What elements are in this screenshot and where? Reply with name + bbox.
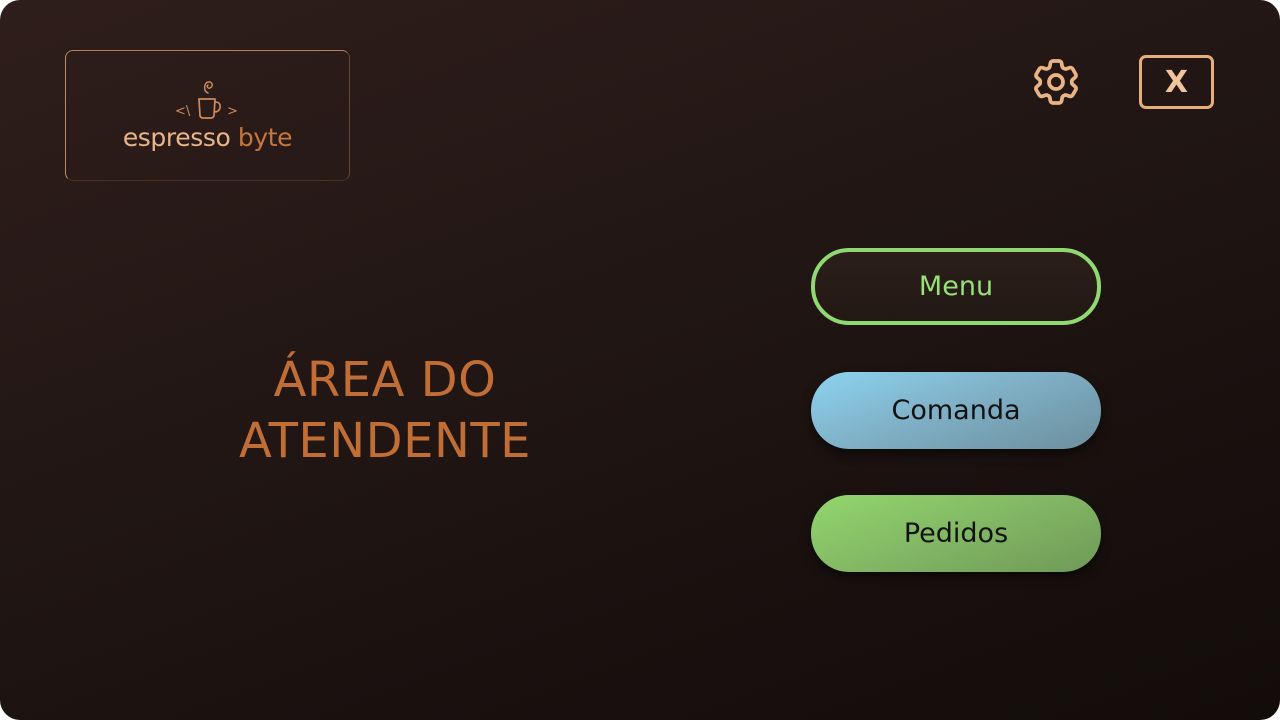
comanda-button-label: Comanda	[891, 395, 1021, 426]
coffee-code-icon: <\ >	[175, 81, 237, 119]
brand-word-byte: byte	[237, 123, 293, 152]
brand-name: espresso byte	[65, 120, 350, 156]
pedidos-button-label: Pedidos	[903, 518, 1009, 549]
settings-button[interactable]	[1028, 54, 1084, 110]
pedidos-button[interactable]: Pedidos	[811, 495, 1101, 572]
page-title-line-1: ÁREA DO	[273, 352, 497, 408]
close-button[interactable]: X	[1139, 55, 1214, 109]
page-title-line-2: ATENDENTE	[238, 413, 531, 469]
gear-icon	[1034, 59, 1078, 105]
svg-text:<\: <\	[175, 104, 191, 119]
page-title: ÁREA DO ATENDENTE	[190, 350, 580, 472]
svg-text:>: >	[227, 104, 237, 119]
brand-word-espresso: espresso	[122, 123, 231, 152]
menu-button[interactable]: Menu	[811, 248, 1101, 325]
menu-button-label: Menu	[918, 271, 994, 302]
app-window: <\ > espresso byte X ÁREA DO ATENDENTE M…	[0, 0, 1280, 720]
comanda-button[interactable]: Comanda	[811, 372, 1101, 449]
